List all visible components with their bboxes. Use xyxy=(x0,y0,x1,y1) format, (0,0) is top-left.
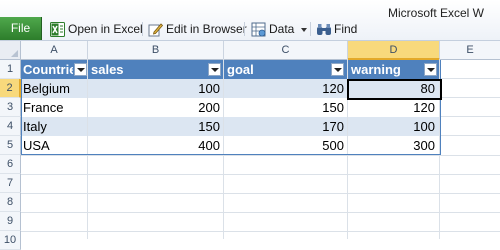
gridline xyxy=(440,135,500,136)
column-header-c[interactable]: C xyxy=(224,41,348,59)
select-all-corner[interactable] xyxy=(0,41,21,59)
row-header-3[interactable]: 3 xyxy=(0,98,21,117)
edit-in-browser-label: Edit in Browser xyxy=(166,22,247,36)
filter-dropdown-icon[interactable] xyxy=(424,63,437,76)
table-cell[interactable]: 120 xyxy=(348,98,435,117)
table-cell[interactable]: USA xyxy=(23,136,85,155)
table-cell[interactable]: 150 xyxy=(224,98,344,117)
active-cell-selection[interactable] xyxy=(347,79,442,100)
row-header-2[interactable]: 2 xyxy=(0,79,21,98)
data-label: Data xyxy=(269,22,295,36)
spreadsheet-grid[interactable]: A B C D E 1 2 3 4 5 6 7 8 9 10 Countrie s… xyxy=(0,41,500,250)
ribbon-toolbar: File Open in Excel Edit in Browser Data xyxy=(0,0,500,41)
column-header-e[interactable]: E xyxy=(440,41,500,59)
file-tab-button[interactable]: File xyxy=(0,17,42,40)
table-header-warning[interactable]: warning xyxy=(351,60,421,79)
table-header-goal[interactable]: goal xyxy=(227,60,332,79)
table-cell[interactable]: 300 xyxy=(348,136,435,155)
open-in-excel-label: Open in Excel xyxy=(68,22,143,36)
binoculars-icon xyxy=(317,24,331,35)
gridline xyxy=(440,116,500,117)
data-icon xyxy=(251,22,266,37)
excel-icon xyxy=(50,22,65,37)
gridline xyxy=(440,78,500,79)
gridline xyxy=(440,97,500,98)
table-cell[interactable]: 100 xyxy=(88,79,220,98)
table-cell[interactable]: Italy xyxy=(23,117,85,136)
table-cell[interactable]: 200 xyxy=(88,98,220,117)
table-cell[interactable]: 150 xyxy=(88,117,220,136)
toolbar-separator xyxy=(142,22,143,36)
chevron-down-icon xyxy=(301,28,307,32)
filter-dropdown-icon[interactable] xyxy=(74,63,87,76)
row-header-6[interactable]: 6 xyxy=(0,155,21,174)
column-header-b[interactable]: B xyxy=(88,41,224,59)
select-all-triangle-icon xyxy=(11,50,18,57)
column-header-a[interactable]: A xyxy=(21,41,88,59)
row-header-8[interactable]: 8 xyxy=(0,193,21,212)
row-header-1[interactable]: 1 xyxy=(0,60,21,79)
gridline xyxy=(21,231,500,232)
table-header-countries[interactable]: Countries xyxy=(23,60,73,79)
filter-dropdown-icon[interactable] xyxy=(208,63,221,76)
filter-dropdown-icon[interactable] xyxy=(331,63,344,76)
toolbar-separator xyxy=(310,22,311,36)
row-header-9[interactable]: 9 xyxy=(0,212,21,231)
gridline xyxy=(21,212,500,213)
table-cell[interactable]: Belgium xyxy=(23,79,85,98)
table-cell[interactable]: 170 xyxy=(224,117,344,136)
table-cell[interactable]: 400 xyxy=(88,136,220,155)
row-header-10[interactable]: 10 xyxy=(0,231,21,250)
row-header-5[interactable]: 5 xyxy=(0,136,21,155)
gridline xyxy=(21,193,500,194)
table-cell[interactable]: 120 xyxy=(224,79,344,98)
gridline xyxy=(21,174,500,175)
toolbar-separator xyxy=(244,22,245,36)
table-cell[interactable]: 100 xyxy=(348,117,435,136)
column-header-d[interactable]: D xyxy=(348,41,440,60)
find-label: Find xyxy=(334,22,358,36)
app-title: Microsoft Excel W xyxy=(388,6,485,20)
table-header-sales[interactable]: sales xyxy=(91,60,206,79)
gridline xyxy=(21,155,500,156)
edit-pencil-icon xyxy=(148,23,163,37)
table-cell[interactable]: France xyxy=(23,98,85,117)
row-header-4[interactable]: 4 xyxy=(0,117,21,136)
row-header-7[interactable]: 7 xyxy=(0,174,21,193)
table-cell[interactable]: 500 xyxy=(224,136,344,155)
